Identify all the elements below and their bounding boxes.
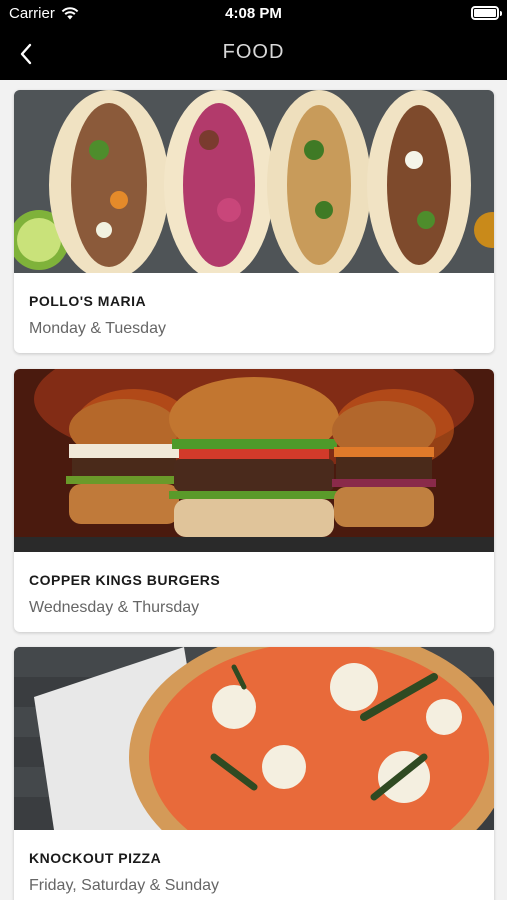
vendor-card[interactable]: COPPER KINGS BURGERS Wednesday & Thursda… xyxy=(14,369,494,632)
tacos-photo xyxy=(14,90,494,273)
chevron-left-icon xyxy=(20,43,32,65)
vendor-list[interactable]: POLLO'S MARIA Monday & Tuesday COPPER KI… xyxy=(0,80,507,900)
vendor-days: Wednesday & Thursday xyxy=(29,599,200,616)
battery-icon xyxy=(471,6,502,20)
vendor-days: Monday & Tuesday xyxy=(29,320,166,337)
pizza-photo xyxy=(14,647,494,830)
status-time: 4:08 PM xyxy=(225,5,282,22)
vendor-name: POLLO'S MARIA xyxy=(29,293,147,309)
burgers-photo xyxy=(14,369,494,552)
vendor-card[interactable]: POLLO'S MARIA Monday & Tuesday xyxy=(14,90,494,353)
vendor-days: Friday, Saturday & Sunday xyxy=(29,877,220,894)
vendor-name: KNOCKOUT PIZZA xyxy=(29,850,162,866)
vendor-name: COPPER KINGS BURGERS xyxy=(29,572,221,588)
vendor-card[interactable]: KNOCKOUT PIZZA Friday, Saturday & Sunday xyxy=(14,647,494,900)
navigation-bar: FOOD xyxy=(0,28,507,80)
status-bar: Carrier 4:08 PM xyxy=(0,0,507,28)
back-button[interactable] xyxy=(6,34,46,74)
page-title: FOOD xyxy=(222,41,285,63)
